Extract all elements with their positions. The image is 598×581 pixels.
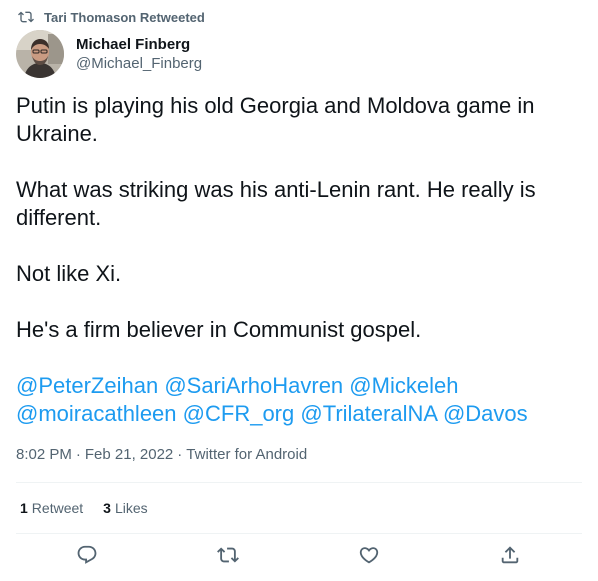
mention-link[interactable]: @Mickeleh xyxy=(349,373,458,398)
mention-link[interactable]: @moiracathleen xyxy=(16,401,177,426)
retweets-label: Retweet xyxy=(31,500,84,516)
avatar[interactable] xyxy=(16,30,64,78)
mention-link[interactable]: @SariArhoHavren xyxy=(164,373,343,398)
divider xyxy=(16,533,582,534)
mention-link[interactable]: @PeterZeihan xyxy=(16,373,158,398)
divider xyxy=(16,482,582,483)
tweet-source[interactable]: Twitter for Android xyxy=(186,446,307,463)
mention-link[interactable]: @Davos xyxy=(443,401,528,426)
retweeted-by-bar[interactable]: Tari Thomason Retweeted xyxy=(18,8,205,26)
tweet-time[interactable]: 8:02 PM xyxy=(16,446,72,463)
mention-link[interactable]: @TrilateralNA xyxy=(300,401,436,426)
reply-icon[interactable] xyxy=(76,544,100,568)
heart-icon[interactable] xyxy=(358,544,382,568)
likes-stat[interactable]: 3 Likes xyxy=(103,500,147,516)
author-handle[interactable]: @Michael_Finberg xyxy=(76,55,202,72)
tweet-paragraph: He's a firm believer in Communist gospel… xyxy=(16,317,422,342)
share-icon[interactable] xyxy=(499,544,523,568)
mentions-list: @PeterZeihan @SariArhoHavren @Mickeleh @… xyxy=(16,372,576,428)
tweet-meta: 8:02 PM · Feb 21, 2022 · Twitter for And… xyxy=(16,446,307,463)
tweet-paragraph: Not like Xi. xyxy=(16,261,122,286)
retweeted-by-text[interactable]: Tari Thomason Retweeted xyxy=(44,10,205,25)
tweet-author: Michael Finberg @Michael_Finberg xyxy=(16,30,202,78)
tweet-date[interactable]: Feb 21, 2022 xyxy=(85,446,173,463)
mention-link[interactable]: @CFR_org xyxy=(183,401,295,426)
tweet-paragraph: What was striking was his anti-Lenin ran… xyxy=(16,177,536,230)
retweet-icon[interactable] xyxy=(217,544,241,568)
tweet-actions xyxy=(0,544,598,572)
retweets-count: 1 xyxy=(20,500,28,516)
retweet-icon xyxy=(18,9,34,25)
author-display-name[interactable]: Michael Finberg xyxy=(76,36,202,53)
retweets-stat[interactable]: 1 Retweet xyxy=(20,500,83,516)
tweet-paragraph: Putin is playing his old Georgia and Mol… xyxy=(16,93,535,146)
meta-separator: · xyxy=(75,446,81,463)
meta-separator: · xyxy=(177,446,183,463)
tweet-text: Putin is playing his old Georgia and Mol… xyxy=(16,92,576,428)
tweet-stats: 1 Retweet 3 Likes xyxy=(20,500,148,516)
likes-label: Likes xyxy=(114,500,148,516)
likes-count: 3 xyxy=(103,500,111,516)
